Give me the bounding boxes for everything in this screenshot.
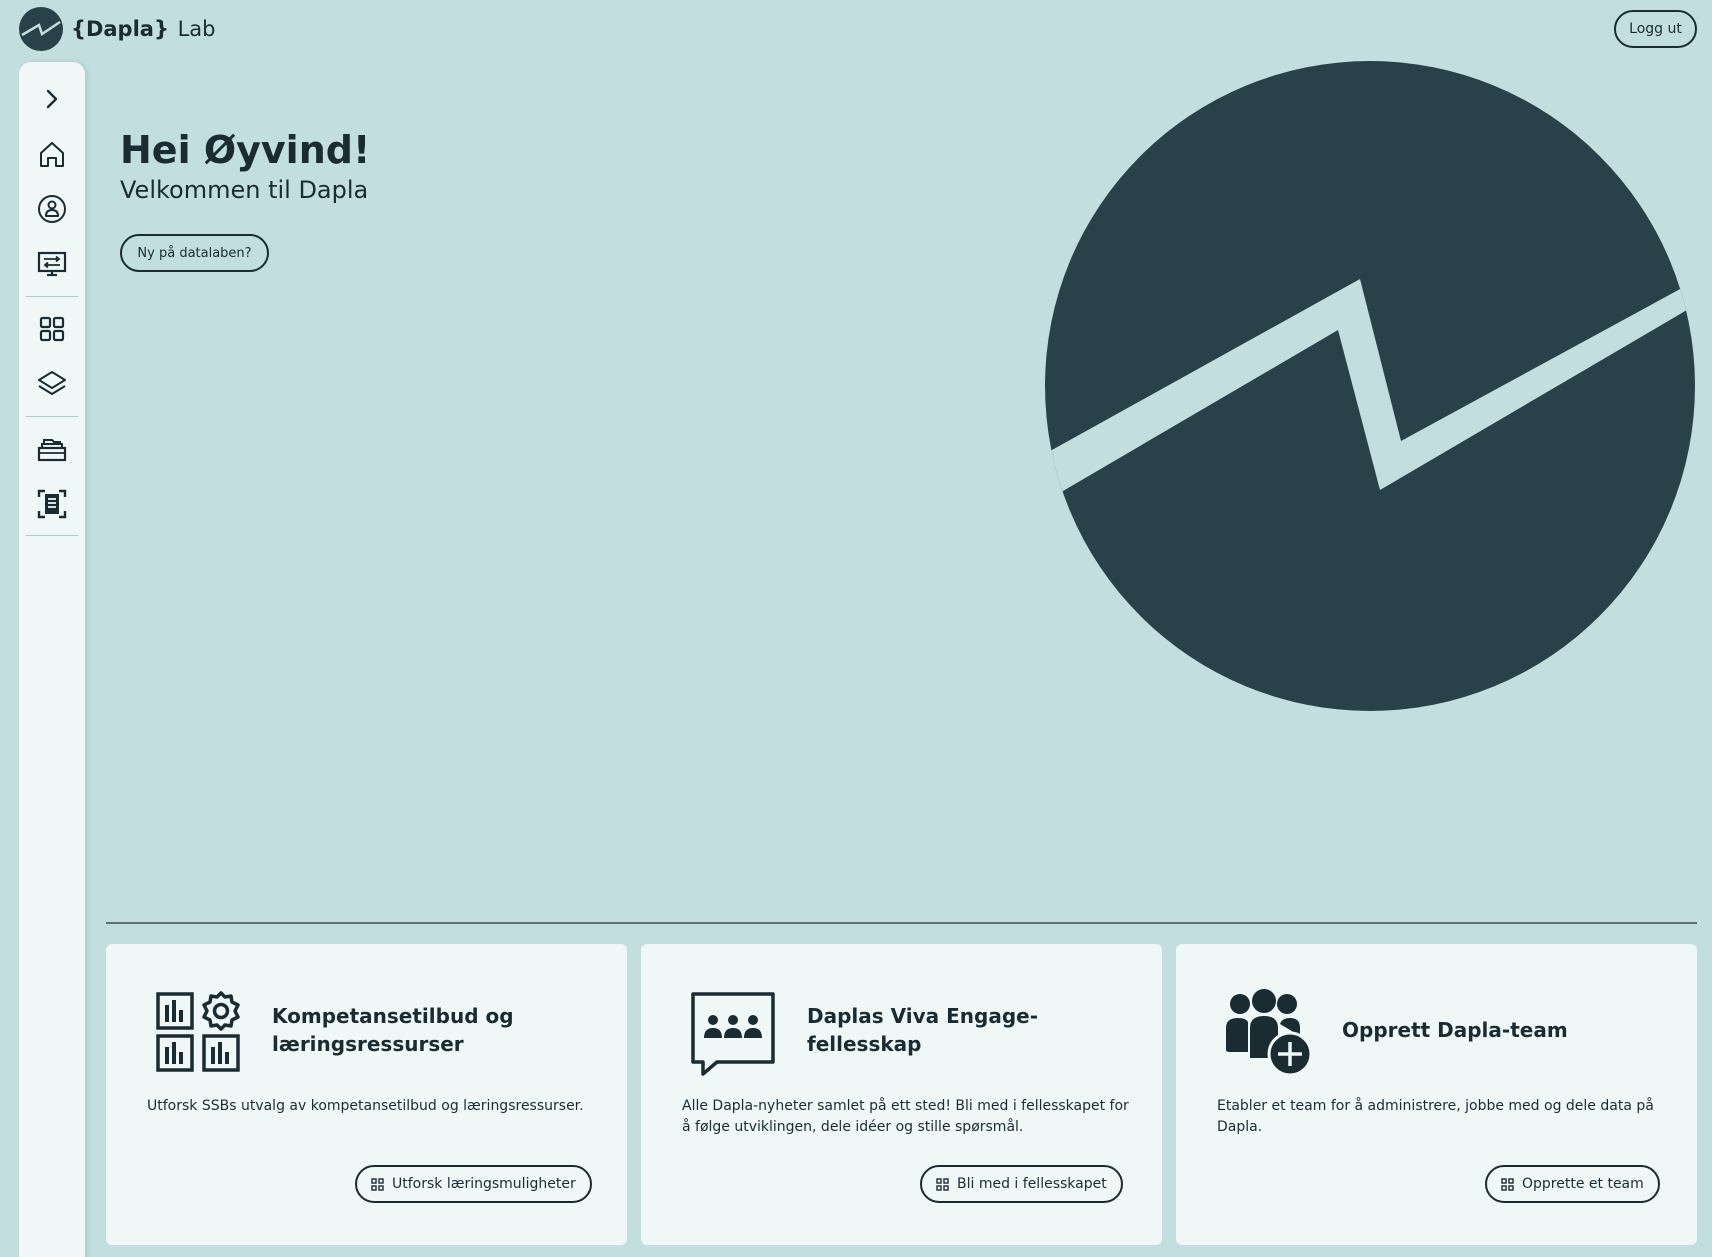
button-label: Opprette et team <box>1522 1176 1644 1192</box>
sidebar-item-apps[interactable] <box>31 308 73 350</box>
card-title: Opprett Dapla-team <box>1342 1018 1568 1042</box>
explore-learning-button[interactable]: Utforsk læringsmuligheter <box>355 1165 592 1203</box>
card-description: Alle Dapla-nyheter samlet på ett sted! B… <box>682 1098 1129 1135</box>
logout-button[interactable]: Logg ut <box>1614 10 1697 48</box>
brand[interactable]: {Dapla} Lab <box>19 7 216 51</box>
card-community: Daplas Viva Engage-fellesskap Alle Dapla… <box>641 944 1162 1245</box>
card-create-team: Opprett Dapla-team Etabler et team for å… <box>1176 944 1697 1245</box>
brand-name: {Dapla} Lab <box>71 17 216 41</box>
layers-icon <box>38 371 66 395</box>
new-to-datalab-button[interactable]: Ny på datalaben? <box>120 234 269 272</box>
sidebar-item-storage[interactable] <box>31 428 73 470</box>
sidebar <box>19 62 85 1257</box>
dapla-hero-logo-icon <box>1045 61 1695 711</box>
sidebar-item-home[interactable] <box>31 133 73 175</box>
button-label: Utforsk læringsmuligheter <box>392 1176 576 1192</box>
page-title: Hei Øyvind! <box>120 128 371 172</box>
team-add-icon <box>1226 989 1312 1076</box>
sidebar-divider <box>26 416 78 417</box>
monitor-transfer-icon <box>37 251 67 277</box>
sidebar-item-user[interactable] <box>31 188 73 230</box>
grid-icon <box>1501 1177 1514 1191</box>
charts-gear-icon <box>156 991 240 1072</box>
document-scan-icon <box>37 489 67 519</box>
chat-people-icon <box>691 992 775 1076</box>
folder-stack-icon <box>37 439 67 462</box>
chevron-right-icon <box>46 89 58 109</box>
grid-icon <box>39 316 65 342</box>
sidebar-item-catalog[interactable] <box>31 483 73 525</box>
sidebar-item-services[interactable] <box>31 243 73 285</box>
sidebar-expand-button[interactable] <box>31 78 73 120</box>
section-divider <box>106 922 1697 924</box>
sidebar-item-layers[interactable] <box>31 363 73 405</box>
create-team-button[interactable]: Opprette et team <box>1485 1165 1660 1203</box>
sidebar-divider <box>26 296 78 297</box>
card-description: Etabler et team for å administrere, jobb… <box>1217 1098 1654 1135</box>
card-title: Kompetansetilbud og læringsressurser <box>272 1004 514 1056</box>
page-subtitle: Velkommen til Dapla <box>120 176 369 204</box>
grid-icon <box>936 1177 949 1191</box>
sidebar-divider <box>26 535 78 536</box>
card-description: Utforsk SSBs utvalg av kompetansetilbud … <box>147 1098 584 1114</box>
home-icon <box>40 142 64 167</box>
card-title: Daplas Viva Engage-fellesskap <box>807 1004 1039 1056</box>
dapla-logo-icon <box>19 7 63 51</box>
join-community-button[interactable]: Bli med i fellesskapet <box>920 1165 1123 1203</box>
grid-icon <box>371 1177 384 1191</box>
card-learning: Kompetansetilbud og læringsressurser Utf… <box>106 944 627 1245</box>
user-circle-icon <box>38 195 66 223</box>
button-label: Bli med i fellesskapet <box>957 1176 1107 1192</box>
